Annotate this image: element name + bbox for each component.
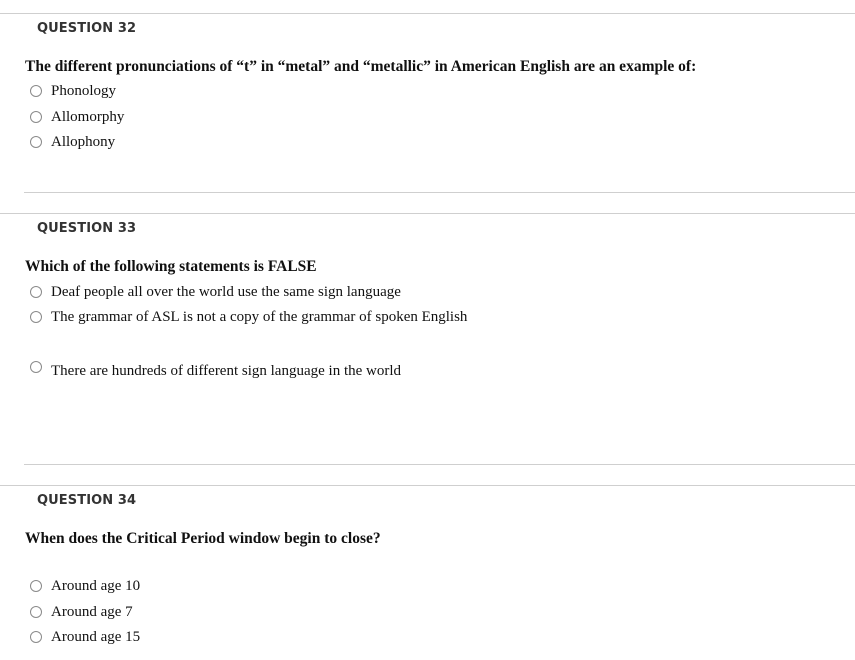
option-label: The grammar of ASL is not a copy of the … — [51, 308, 468, 325]
question-footer-divider — [24, 192, 855, 193]
radio-button-icon[interactable] — [30, 111, 42, 123]
radio-button-icon[interactable] — [30, 580, 42, 592]
question-32-option-allomorphy[interactable]: Allomorphy — [30, 107, 124, 127]
option-label: Allophony — [51, 133, 116, 150]
radio-button-icon[interactable] — [30, 311, 42, 323]
radio-button-icon[interactable] — [30, 286, 42, 298]
radio-button-icon[interactable] — [30, 606, 42, 618]
radio-button-icon[interactable] — [30, 85, 42, 97]
question-footer-divider — [24, 464, 855, 465]
radio-button-icon[interactable] — [30, 361, 42, 373]
question-34-option-age-15[interactable]: Around age 15 — [30, 627, 140, 647]
radio-button-icon[interactable] — [30, 136, 42, 148]
question-divider — [0, 213, 855, 214]
option-label: Allomorphy — [51, 108, 125, 125]
option-label: Around age 7 — [51, 603, 133, 620]
question-32-prompt: The different pronunciations of “t” in “… — [25, 58, 697, 75]
question-32-option-phonology[interactable]: Phonology — [30, 81, 116, 101]
option-label: There are hundreds of different sign lan… — [51, 362, 402, 379]
option-label: Around age 15 — [51, 628, 141, 645]
option-label: Deaf people all over the world use the s… — [51, 283, 401, 300]
question-34-option-age-10[interactable]: Around age 10 — [30, 576, 140, 596]
question-34-header: QUESTION 34 — [37, 493, 137, 508]
question-32-header: QUESTION 32 — [37, 21, 137, 36]
question-33-option-2[interactable]: The grammar of ASL is not a copy of the … — [30, 307, 467, 327]
question-34-option-age-7[interactable]: Around age 7 — [30, 602, 133, 622]
option-label: Phonology — [51, 82, 117, 99]
question-34-prompt: When does the Critical Period window beg… — [25, 530, 381, 547]
question-32-option-allophony[interactable]: Allophony — [30, 132, 115, 152]
radio-button-icon[interactable] — [30, 631, 42, 643]
question-33-option-3[interactable]: There are hundreds of different sign lan… — [30, 361, 401, 381]
option-label: Around age 10 — [51, 577, 141, 594]
question-33-header: QUESTION 33 — [37, 221, 137, 236]
question-33-prompt: Which of the following statements is FAL… — [25, 258, 317, 275]
question-divider — [0, 13, 855, 14]
question-divider — [0, 485, 855, 486]
question-33-option-1[interactable]: Deaf people all over the world use the s… — [30, 282, 401, 302]
